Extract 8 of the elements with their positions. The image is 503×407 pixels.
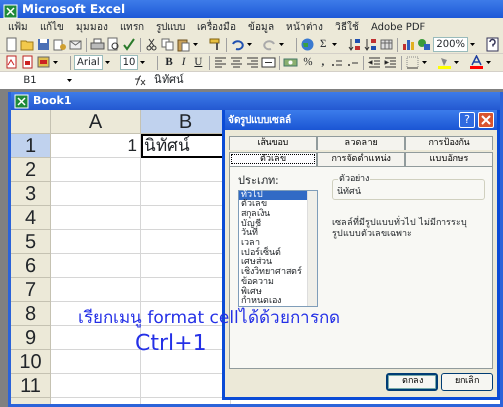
sample-legend: ตัวอย่าง xyxy=(338,173,370,186)
category-label: ประเภท: xyxy=(238,173,280,188)
sample-value: นิทัศน์ xyxy=(337,187,361,197)
workbook-title: Book1 xyxy=(33,92,72,109)
description-text: เซลล์ที่มีรูปแบบทั่วไป ไม่มีการระบุรูปแบบตัวเลขเฉพาะ xyxy=(332,218,472,240)
dialog-title: จัดรูปแบบเซลล์ xyxy=(228,113,292,128)
handwritten-note: Ctrl+1 xyxy=(135,330,207,358)
window-title: Microsoft Excel xyxy=(22,1,126,18)
